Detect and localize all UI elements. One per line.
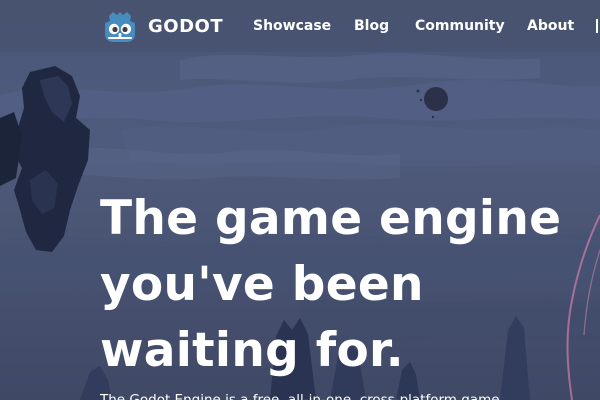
nav-link-community[interactable]: Community: [415, 17, 505, 35]
orb-speck: [419, 98, 423, 102]
top-navbar: GODOT Showcase Blog Community About: [0, 0, 600, 52]
hero-title: The game engine you've been waiting for.: [100, 186, 600, 384]
cloud-band: [180, 53, 540, 83]
nav-link-about[interactable]: About: [527, 17, 574, 35]
hero-title-line: The game engine: [100, 191, 562, 246]
page: GODOT Showcase Blog Community About The …: [0, 0, 600, 400]
godot-robot-icon: [105, 12, 135, 42]
hero-title-line: you've been: [100, 257, 424, 312]
brand-name: GODOT: [148, 15, 224, 37]
nav-link-showcase[interactable]: Showcase: [253, 17, 331, 35]
orb-speck: [431, 115, 435, 119]
orb-speck: [416, 89, 420, 93]
nav-overflow-edge: [596, 19, 598, 33]
floating-orb: [424, 87, 448, 111]
cloud-band: [0, 79, 600, 123]
godot-logo-link[interactable]: GODOT: [100, 8, 223, 44]
nav-link-blog[interactable]: Blog: [354, 17, 389, 35]
dark-ledge: [0, 112, 22, 186]
hero-title-line: waiting for.: [100, 323, 404, 378]
hero-subtitle: The Godot Engine is a free, all-in-one, …: [100, 392, 500, 400]
